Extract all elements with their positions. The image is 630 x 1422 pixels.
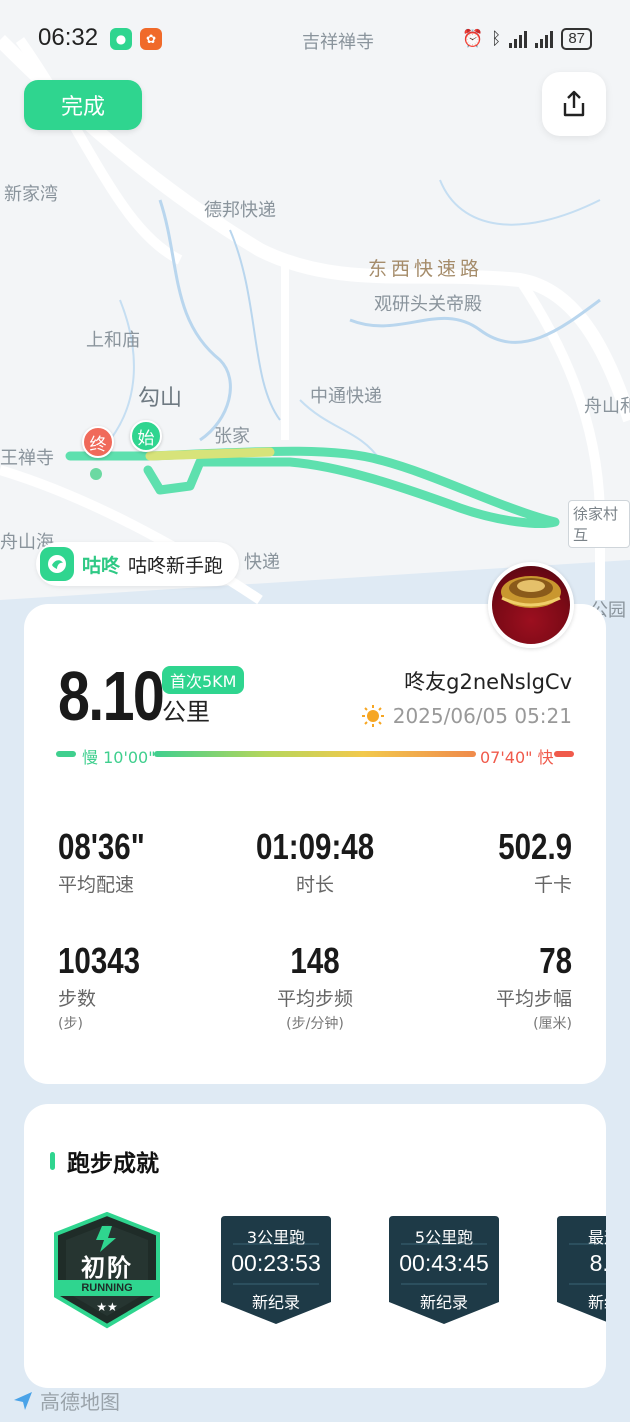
stat-value: 502.9 (498, 826, 572, 867)
pace-fast-label: 07'40" 快 (480, 748, 554, 767)
stat-value: 148 (290, 940, 340, 981)
username: 咚友g2neNslgCv (404, 670, 572, 694)
achievements-card: 跑步成就 初阶 RUNNING ★★ 3公里跑 00:23:53 新纪录 5公里… (24, 1104, 606, 1388)
share-icon (563, 90, 585, 117)
stat-value: 10343 (58, 940, 141, 981)
brand-subtitle: 咕咚新手跑 (128, 554, 224, 577)
level-stars: ★★ (96, 1300, 118, 1314)
status-bar: 06:32 ● ✿ ⏰ ᛒ 87 (0, 0, 630, 78)
stat-steps: 10343 步数 (步) (58, 940, 238, 1033)
start-marker: 始 (130, 420, 162, 452)
record-medal[interactable]: 最远跑 8.10 新纪录 (555, 1214, 606, 1326)
stat-cadence: 148 平均步频 (步/分钟) (215, 940, 415, 1033)
end-marker: 终 (82, 426, 114, 458)
signal-icon (535, 30, 554, 48)
pace-slow-label: 慢 10'00" (82, 748, 156, 767)
map-label: 舟山和 (584, 396, 630, 417)
map-label: 观研头关帝殿 (374, 294, 482, 315)
map-road-label: 东西快速路 (368, 258, 484, 280)
heading-accent (50, 1152, 55, 1170)
record-note: 新纪录 (251, 1293, 300, 1312)
stat-unit: (步/分钟) (286, 1016, 344, 1032)
stat-calories: 502.9 千卡 (392, 826, 572, 897)
pace-slow-cap (56, 751, 76, 757)
share-button[interactable] (542, 72, 606, 136)
record-value: 00:23:53 (231, 1250, 321, 1276)
watermark-text: 高德地图 (40, 1390, 120, 1414)
codoon-logo-icon (40, 547, 74, 581)
pace-legend: 慢 10'00" 07'40" 快 (56, 744, 574, 768)
stat-unit: (步) (58, 1016, 83, 1032)
done-button[interactable]: 完成 (24, 80, 142, 130)
run-datetime: 2025/06/05 05:21 (361, 704, 572, 728)
map-provider-watermark: 高德地图 (12, 1386, 120, 1415)
stat-value: 01:09:48 (255, 826, 375, 867)
battery-indicator: 87 (561, 28, 592, 50)
level-tag: RUNNING (81, 1282, 133, 1294)
stat-label: 时长 (295, 874, 334, 896)
map-label: 王禅寺 (0, 448, 54, 469)
record-note: 新纪录 (419, 1293, 468, 1312)
datetime-text: 2025/06/05 05:21 (392, 704, 572, 728)
map-label: 中通快递 (310, 386, 382, 407)
brand-name: 咕咚 (82, 554, 121, 577)
stat-value: 78 (539, 940, 572, 981)
record-medal[interactable]: 3公里跑 00:23:53 新纪录 (219, 1214, 333, 1326)
level-name: 初阶 (81, 1254, 133, 1282)
record-label: 3公里跑 (246, 1228, 306, 1247)
distance-value: 8.10 (58, 657, 165, 735)
first-5km-badge: 首次5KM (162, 666, 245, 694)
brand-chip: 咕咚 咕咚新手跑 (36, 542, 240, 586)
sun-icon (361, 705, 384, 727)
map-label: 上和庙 (86, 330, 140, 351)
stat-label: 步数 (58, 988, 97, 1010)
stat-stride: 78 平均步幅 (厘米) (392, 940, 572, 1033)
alarm-icon: ⏰ (461, 29, 484, 49)
distance-unit: 公里 (162, 698, 210, 726)
stat-value: 08'36" (58, 826, 145, 867)
avatar-image (501, 576, 561, 608)
record-medal[interactable]: 5公里跑 00:43:45 新纪录 (387, 1214, 501, 1326)
pace-gradient (154, 751, 476, 757)
avatar[interactable] (488, 562, 574, 648)
signal-icon (509, 30, 528, 48)
map-tag: 徐家村互 (568, 500, 630, 548)
map-label: 德邦快递 (204, 200, 276, 221)
record-value: 00:43:45 (399, 1250, 489, 1276)
stat-label: 平均配速 (58, 874, 135, 896)
record-note: 新纪录 (587, 1293, 606, 1312)
run-summary-card: 8.10 首次5KM 公里 咚友g2neNslgCv 2025/06/05 05… (24, 604, 606, 1084)
app-notification-icon: ✿ (140, 28, 162, 50)
bluetooth-icon: ᛒ (491, 29, 502, 49)
stat-duration: 01:09:48 时长 (215, 826, 415, 897)
record-value: 8.10 (589, 1250, 606, 1276)
status-time: 06:32 (38, 24, 99, 51)
stat-label: 千卡 (533, 874, 572, 896)
app-notification-icon: ● (110, 28, 132, 50)
achievements-title: 跑步成就 (67, 1151, 159, 1177)
map-label: 勾山 (138, 386, 183, 411)
map-label: 快递 (244, 552, 280, 573)
record-label: 5公里跑 (414, 1228, 474, 1247)
level-badge[interactable]: 初阶 RUNNING ★★ (50, 1211, 164, 1329)
stat-label: 平均步频 (276, 988, 353, 1010)
stat-avg-pace: 08'36" 平均配速 (58, 826, 238, 897)
pace-fast-cap (554, 751, 574, 757)
stat-label: 平均步幅 (495, 988, 572, 1010)
map-label: 张家 (214, 426, 250, 447)
amap-logo-icon (14, 1391, 32, 1410)
map-label: 新家湾 (4, 184, 58, 205)
achievements-heading: 跑步成就 (50, 1144, 159, 1178)
stat-unit: (厘米) (533, 1016, 572, 1032)
record-label: 最远跑 (587, 1228, 606, 1247)
